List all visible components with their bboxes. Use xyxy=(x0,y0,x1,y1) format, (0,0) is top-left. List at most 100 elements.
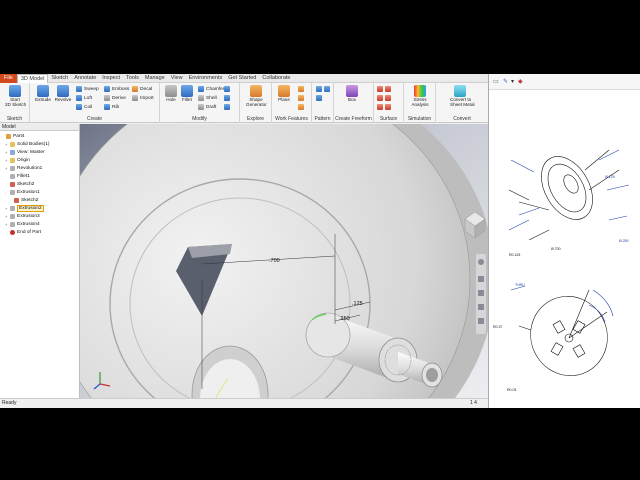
pen-dropdown-icon[interactable]: ▾ xyxy=(511,78,514,85)
axis-button[interactable] xyxy=(298,85,306,93)
surface-tool-1[interactable] xyxy=(377,85,393,93)
browser-node-label: Fillet1 xyxy=(17,173,30,179)
trim-icon xyxy=(377,104,383,110)
loft-button[interactable]: Loft xyxy=(76,94,92,102)
explore-group-label: Explore xyxy=(247,116,264,122)
feature-icon xyxy=(10,205,15,211)
expand-toggle-icon[interactable]: + xyxy=(5,158,9,163)
eraser-tool-icon[interactable]: ◆ xyxy=(518,78,523,85)
coil-icon xyxy=(76,104,82,110)
browser-node[interactable]: + View: Master xyxy=(0,148,45,156)
dim-250-label[interactable]: .250 xyxy=(339,316,350,322)
plane-button[interactable]: Plane xyxy=(274,85,294,102)
expand-toggle-icon[interactable]: + xyxy=(5,142,9,147)
freeform-group-label: Create Freeform xyxy=(335,116,372,122)
chamfer-button[interactable]: Chamfer xyxy=(198,85,224,93)
drawing-window: ▭ ✎ ▾ ◆ Ø.250 Ø.125 THRU R0.37 R0.03 Ø.7… xyxy=(488,74,640,408)
browser-node[interactable]: - Extrusion1 xyxy=(0,188,40,196)
shape-generator-button[interactable]: Shape Generator xyxy=(246,85,267,107)
derive-icon xyxy=(104,95,110,101)
convert-to-sheet-metal-button[interactable]: Convert to Sheet Metal xyxy=(450,85,475,107)
dim-125-label[interactable]: .125 xyxy=(352,301,363,307)
work-features-group-label: Work Features xyxy=(275,116,308,122)
ribbon-tab-manage[interactable]: Manage xyxy=(142,74,168,83)
ribbon-tab-3d-model[interactable]: 3D Model xyxy=(16,74,49,83)
expand-toggle-icon[interactable]: - xyxy=(5,190,9,195)
fillet-button[interactable]: Fillet xyxy=(177,85,197,102)
shell-button[interactable]: Shell xyxy=(198,94,217,102)
ribbon-tab-annotate[interactable]: Annotate xyxy=(71,74,99,83)
rib-button[interactable]: Rib xyxy=(104,103,119,111)
point-icon xyxy=(298,95,304,101)
browser-node[interactable]: Sketch2 xyxy=(0,196,38,204)
browser-node[interactable]: End of Part xyxy=(0,228,41,236)
status-bar: Ready 1 4 xyxy=(0,398,488,408)
decal-button[interactable]: Decal xyxy=(132,85,152,93)
modify-tool-2[interactable] xyxy=(224,94,232,102)
browser-node[interactable]: + Solid Bodies(1) xyxy=(0,140,50,148)
modify-tool-3[interactable] xyxy=(224,103,232,111)
ribbon-tab-sketch[interactable]: Sketch xyxy=(48,74,71,83)
coil-button[interactable]: Coil xyxy=(76,103,92,111)
expand-toggle-icon[interactable]: + xyxy=(5,206,9,211)
extrude-icon xyxy=(37,85,49,97)
extrude-button[interactable]: Extrude xyxy=(33,85,53,102)
browser-node[interactable]: Fillet1 xyxy=(0,172,30,180)
import-icon xyxy=(132,95,138,101)
expand-toggle-icon[interactable]: + xyxy=(5,150,9,155)
explore-group: Shape Generator Explore xyxy=(240,83,272,123)
stress-analysis-button[interactable]: Stress Analysis xyxy=(410,85,430,107)
3d-viewport[interactable]: .700 .125 .250 xyxy=(80,124,488,401)
browser-node[interactable]: + Revolution1 xyxy=(0,164,42,172)
surface-tool-2[interactable] xyxy=(377,94,393,102)
ribbon-tab-tools[interactable]: Tools xyxy=(123,74,142,83)
browser-node[interactable]: + Origin xyxy=(0,156,30,164)
rectangular-pattern-button[interactable] xyxy=(316,85,332,93)
start-2d-sketch-button[interactable]: Start 2D Sketch xyxy=(5,85,26,107)
mirror-button[interactable] xyxy=(316,94,324,102)
browser-node-label: Origin xyxy=(17,157,30,163)
ribbon-tab-environments[interactable]: Environments xyxy=(186,74,226,83)
ribbon-tab-file[interactable]: File xyxy=(0,74,17,83)
browser-node[interactable]: + Extrusion4 xyxy=(0,220,40,228)
ribbon-tab-get-started[interactable]: Get Started xyxy=(225,74,259,83)
dim-700-label[interactable]: .700 xyxy=(269,258,280,264)
browser-node[interactable]: Sketch2 xyxy=(0,180,34,188)
ucs-icon xyxy=(298,104,304,110)
emboss-button[interactable]: Emboss xyxy=(104,85,129,93)
ribbon-tab-inspect[interactable]: Inspect xyxy=(99,74,123,83)
ucs-button[interactable] xyxy=(298,103,306,111)
modify-group-label: Modify xyxy=(192,116,207,122)
navigation-bar[interactable] xyxy=(476,254,486,334)
sweep-button[interactable]: Sweep xyxy=(76,85,99,93)
expand-toggle-icon[interactable]: + xyxy=(5,214,9,219)
hole-icon xyxy=(165,85,177,97)
freeform-box-button[interactable]: Box xyxy=(342,85,362,102)
status-text: Ready xyxy=(2,400,17,406)
drawing-canvas[interactable]: Ø.250 Ø.125 THRU R0.37 R0.03 Ø.700 R0.12… xyxy=(489,90,640,408)
pen-tool-icon[interactable]: ✎ xyxy=(503,78,508,85)
surface-tool-3[interactable] xyxy=(377,103,393,111)
browser-node[interactable]: Part4 xyxy=(0,132,24,140)
stress-analysis-icon xyxy=(414,85,426,97)
feature-icon xyxy=(10,213,15,219)
ribbon-tab-view[interactable]: View xyxy=(168,74,186,83)
draft-button[interactable]: Draft xyxy=(198,103,216,111)
disc-dimension-marks xyxy=(510,285,614,323)
drawing-label-dia-125: Ø.125 xyxy=(605,175,615,179)
modify-tool-1[interactable] xyxy=(224,85,232,93)
browser-node[interactable]: + Extrusion3 xyxy=(0,212,40,220)
import-button[interactable]: Import xyxy=(132,94,154,102)
browser-node[interactable]: + Extrusion2 xyxy=(0,204,44,212)
loft-icon xyxy=(76,95,82,101)
revolve-button[interactable]: Revolve xyxy=(53,85,73,102)
select-tool-icon[interactable]: ▭ xyxy=(493,78,499,85)
expand-toggle-icon[interactable]: + xyxy=(5,222,9,227)
status-counts: 1 4 xyxy=(470,400,477,406)
point-button[interactable] xyxy=(298,94,306,102)
model-canvas[interactable]: .700 .125 .250 xyxy=(80,124,488,401)
derive-button[interactable]: Derive xyxy=(104,94,126,102)
shape-generator-icon xyxy=(250,85,262,97)
expand-toggle-icon[interactable]: + xyxy=(5,166,9,171)
ribbon-tab-collaborate[interactable]: Collaborate xyxy=(259,74,293,83)
